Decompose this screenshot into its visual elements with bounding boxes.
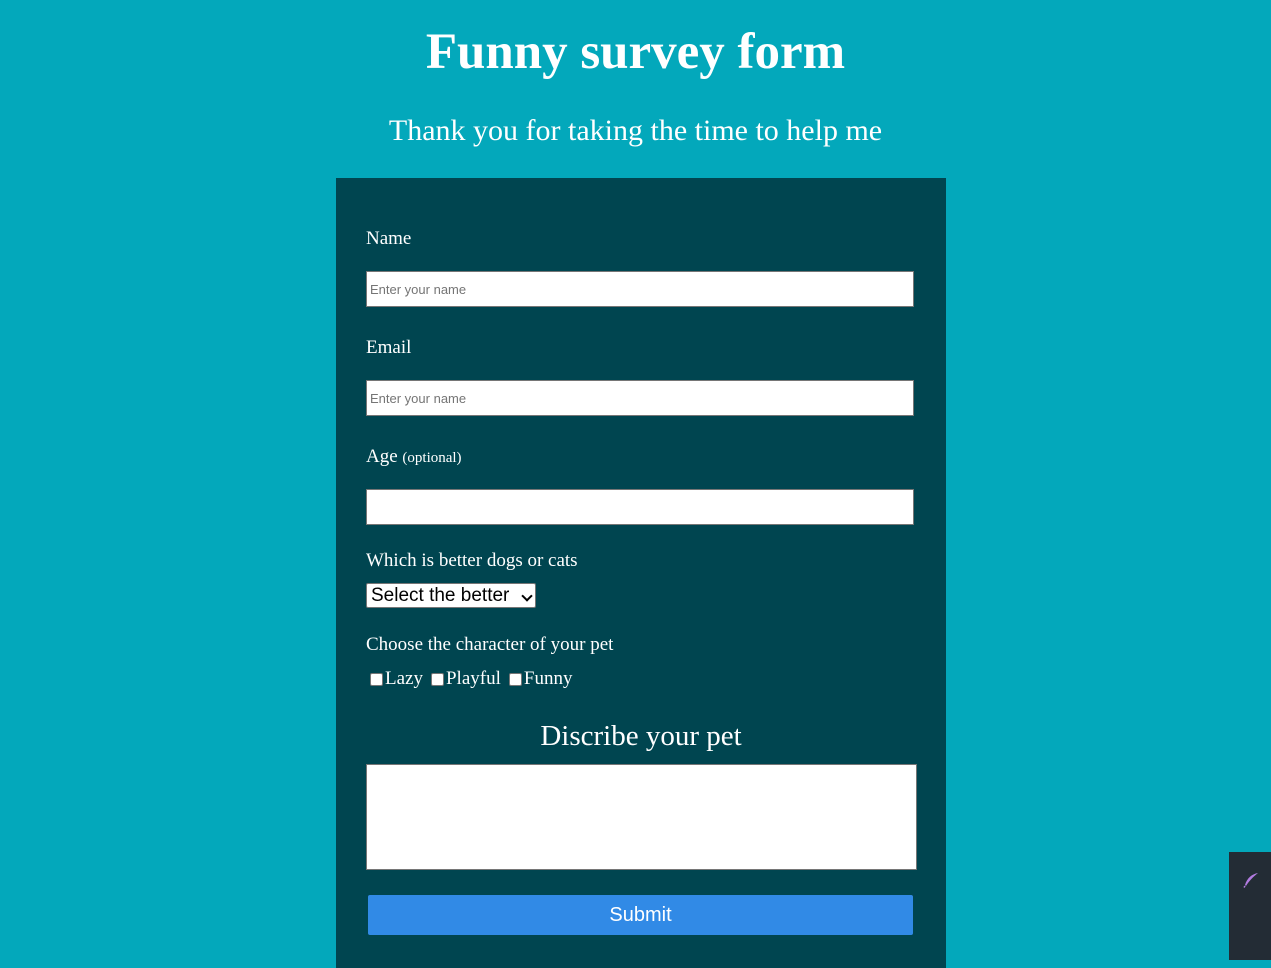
page-title: Funny survey form [425,24,846,80]
age-label: Age (optional) [366,446,462,469]
chevron-down-icon [521,590,533,602]
character-label: Choose the character of your pet [366,634,614,655]
age-label-text: Age [366,446,398,467]
pet-preference-label: Which is better dogs or cats [366,550,578,571]
lazy-checkbox-label: Lazy [385,668,423,689]
feather-icon [1243,873,1258,888]
extension-widget[interactable] [1229,852,1271,960]
survey-form: Name Email Age (optional) Which is bette… [336,178,946,968]
age-input[interactable] [366,489,914,525]
name-input[interactable] [366,271,914,307]
email-label: Email [366,337,412,358]
submit-button[interactable]: Submit [368,895,913,935]
page-subtitle: Thank you for taking the time to help me [388,114,883,147]
description-heading: Discribe your pet [540,720,742,752]
playful-checkbox-label: Playful [445,668,501,689]
funny-checkbox[interactable] [508,672,522,686]
age-optional-hint: (optional) [402,450,462,466]
email-input[interactable] [366,380,914,416]
lazy-checkbox[interactable] [370,672,383,686]
character-options: Lazy Playful Funny [370,667,580,691]
name-label: Name [366,228,412,249]
pet-preference-selected: Select the better [371,585,510,606]
description-textarea[interactable] [366,764,917,870]
pet-preference-select[interactable]: Select the better [366,583,536,608]
funny-checkbox-label: Funny [523,668,573,689]
playful-checkbox[interactable] [430,672,444,686]
